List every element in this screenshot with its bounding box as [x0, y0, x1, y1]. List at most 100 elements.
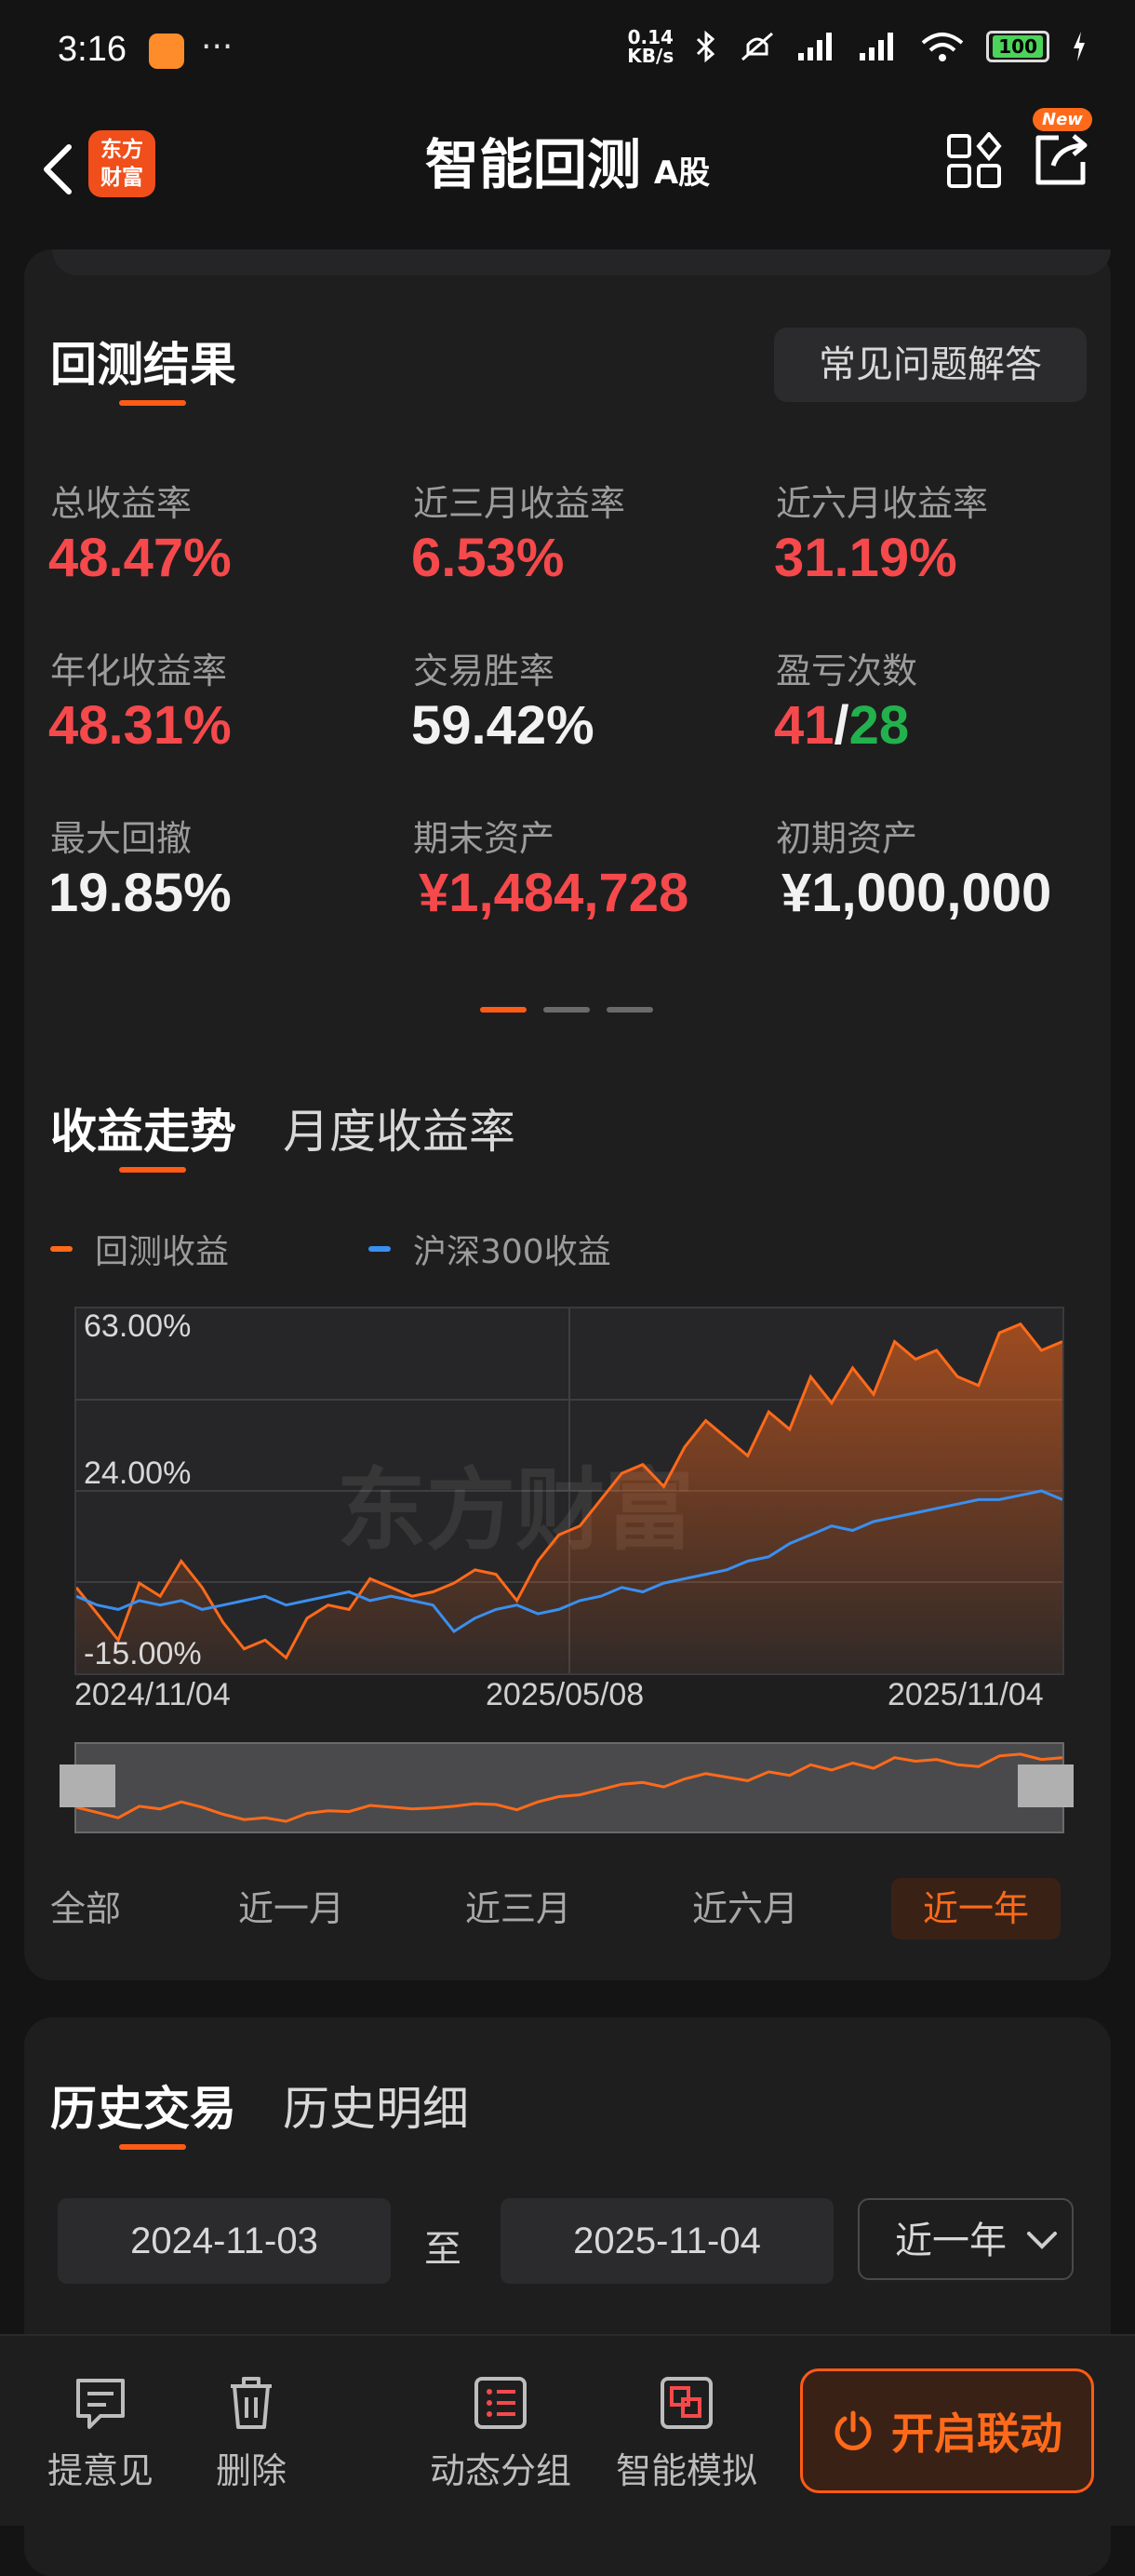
legend-backtest-swatch: [50, 1246, 73, 1252]
battery-icon: 100: [986, 31, 1049, 62]
x-tick-label: 2025/11/04: [888, 1677, 1044, 1712]
metric-label-6m-return: 近六月收益率: [776, 483, 989, 524]
chart-range-navigator[interactable]: [74, 1742, 1064, 1833]
feedback-button[interactable]: 提意见: [45, 2375, 156, 2493]
navigator-left-handle[interactable]: [60, 1764, 115, 1807]
metric-label-end-assets: 期末资产: [413, 818, 555, 859]
list-icon: [474, 2377, 527, 2429]
range-1m-button[interactable]: 近一月: [238, 1880, 344, 1931]
network-speed-value: 0.14: [627, 26, 674, 48]
more-notifications-icon: ···: [201, 28, 234, 66]
range-1y-button[interactable]: 近一年: [891, 1878, 1062, 1939]
results-title: 回测结果: [50, 338, 236, 392]
delete-button[interactable]: 删除: [195, 2375, 307, 2493]
app-notification-icon: [149, 34, 184, 69]
dynamic-group-button[interactable]: 动态分组: [419, 2375, 582, 2493]
start-date-field[interactable]: 2024-11-03: [58, 2198, 391, 2284]
charging-icon: [1074, 32, 1085, 61]
status-bar: 3:16 ··· 0.14 KB/s 100: [0, 0, 1135, 102]
tab-history-trades[interactable]: 历史交易: [50, 2072, 236, 2139]
chevron-down-icon: [1027, 2232, 1057, 2249]
enable-linkage-label: 开启联动: [891, 2408, 1062, 2459]
metric-value-max-drawdown: 19.85%: [48, 863, 232, 923]
pager-dot[interactable]: [543, 1007, 590, 1013]
end-date-field[interactable]: 2025-11-04: [501, 2198, 834, 2284]
mute-icon: [741, 32, 774, 61]
delete-label: 删除: [215, 2450, 287, 2491]
market-label: A股: [653, 154, 711, 192]
win-loss-separator: /: [834, 695, 849, 756]
y-tick-label: -15.00%: [84, 1636, 202, 1671]
period-select-value: 近一年: [895, 2220, 1007, 2262]
metric-label-win-loss: 盈亏次数: [776, 651, 918, 691]
win-count: 41: [774, 695, 835, 756]
legend-hs300-label: 沪深300收益: [413, 1233, 611, 1271]
card-top-strip: [52, 249, 1111, 275]
status-time: 3:16: [58, 30, 127, 69]
metric-label-3m-return: 近三月收益率: [413, 483, 626, 524]
share-icon[interactable]: [1031, 128, 1092, 190]
trash-icon: [231, 2377, 272, 2429]
metric-value-total-return: 48.47%: [48, 528, 232, 588]
tab-return-trend[interactable]: 收益走势: [50, 1094, 236, 1161]
metric-value-3m-return: 6.53%: [411, 528, 565, 588]
results-title-underline: [119, 400, 186, 406]
network-speed: 0.14 KB/s: [627, 28, 674, 65]
legend-backtest-label: 回测收益: [95, 1233, 230, 1271]
faq-button[interactable]: 常见问题解答: [774, 328, 1087, 402]
x-tick-label: 2025/05/08: [486, 1677, 645, 1712]
range-6m-button[interactable]: 近六月: [692, 1880, 798, 1931]
navigator-svg: [75, 1752, 1063, 1823]
apps-grid-icon[interactable]: [945, 132, 1003, 190]
tab-history-details[interactable]: 历史明细: [283, 2072, 469, 2139]
status-icons: 0.14 KB/s 100: [627, 28, 1088, 65]
legend-backtest: 回测收益: [50, 1225, 229, 1273]
page-title-text: 智能回测: [424, 133, 641, 196]
smart-simulation-label: 智能模拟: [615, 2450, 757, 2491]
legend-hs300: 沪深300收益: [368, 1225, 611, 1273]
power-icon: [835, 2410, 872, 2450]
signal-2-icon: [860, 33, 894, 60]
bluetooth-icon: [697, 30, 715, 63]
legend-hs300-swatch: [368, 1246, 391, 1252]
metric-label-total-return: 总收益率: [50, 483, 193, 524]
battery-level: 100: [993, 35, 1043, 58]
period-select[interactable]: 近一年: [858, 2198, 1074, 2280]
range-3m-button[interactable]: 近三月: [465, 1880, 571, 1931]
tab-return-trend-underline: [119, 1167, 186, 1173]
loss-count: 28: [848, 695, 910, 756]
metric-label-win-rate: 交易胜率: [413, 651, 555, 691]
network-speed-unit: KB/s: [627, 45, 674, 67]
metric-label-annual-return: 年化收益率: [50, 651, 228, 691]
y-tick-label: 63.00%: [84, 1308, 192, 1344]
feedback-icon: [76, 2379, 125, 2429]
navigator-series: [75, 1752, 1063, 1823]
metric-value-annual-return: 48.31%: [48, 695, 232, 756]
metric-value-6m-return: 31.19%: [774, 528, 957, 588]
metric-label-max-drawdown: 最大回撤: [50, 818, 193, 859]
feedback-label: 提意见: [47, 2450, 154, 2491]
range-all-button[interactable]: 全部: [50, 1880, 121, 1931]
dynamic-group-label: 动态分组: [429, 2450, 571, 2491]
x-tick-label: 2024/11/04: [74, 1677, 231, 1712]
enable-linkage-button[interactable]: 开启联动: [800, 2368, 1094, 2493]
metric-label-initial-assets: 初期资产: [776, 818, 918, 859]
navigator-right-handle[interactable]: [1018, 1764, 1074, 1807]
smart-simulation-button[interactable]: 智能模拟: [605, 2375, 768, 2493]
metric-value-initial-assets: ¥1,000,000: [781, 863, 1052, 923]
return-chart-svg: 东方财富: [74, 1308, 1063, 1673]
tab-monthly-return[interactable]: 月度收益率: [283, 1094, 515, 1161]
signal-icon: [798, 33, 833, 60]
return-chart[interactable]: 东方财富: [74, 1307, 1064, 1675]
metric-value-win-loss: 41/28: [774, 694, 909, 757]
metric-value-win-rate: 59.42%: [411, 695, 594, 756]
wifi-icon: [921, 33, 964, 61]
y-tick-label: 24.00%: [84, 1456, 192, 1491]
pager-dot-active[interactable]: [480, 1007, 527, 1013]
metric-value-end-assets: ¥1,484,728: [419, 863, 689, 923]
new-badge: New: [1033, 108, 1092, 131]
simulation-icon: [661, 2377, 713, 2429]
app-header: 东方 财富 智能回测 A股 New: [0, 102, 1135, 251]
pager-dot[interactable]: [607, 1007, 653, 1013]
date-range-separator: 至: [424, 2228, 461, 2271]
